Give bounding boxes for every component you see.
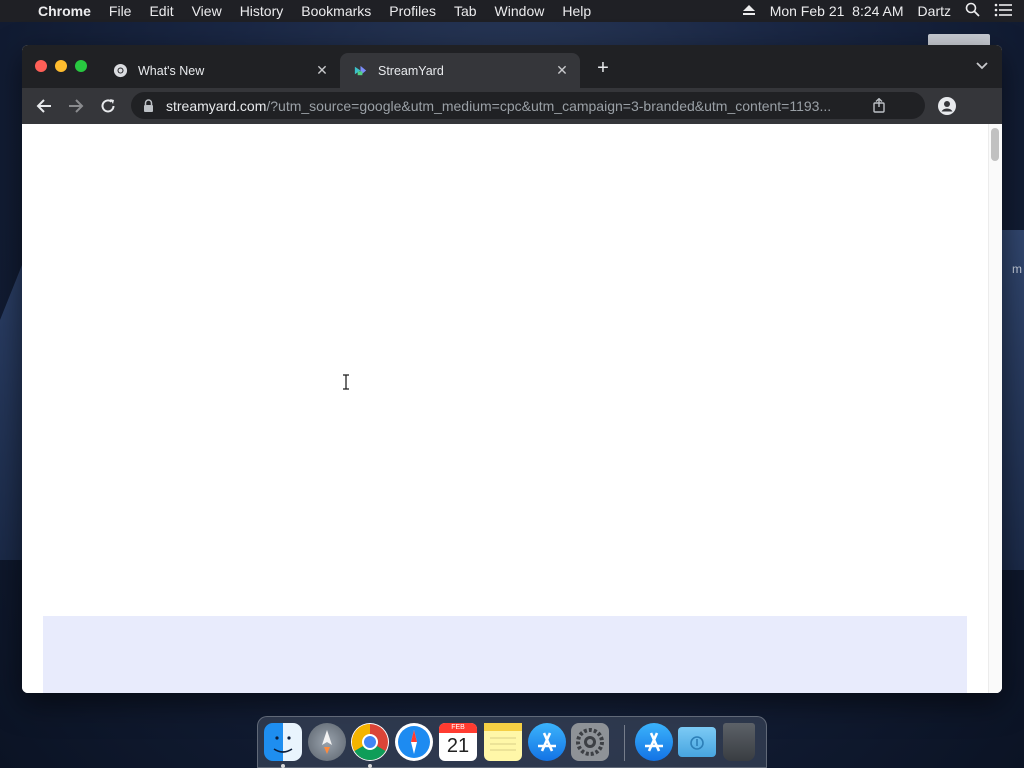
finder-icon[interactable] bbox=[264, 723, 302, 761]
browser-toolbar: streamyard.com/?utm_source=google&utm_me… bbox=[22, 88, 1002, 124]
desktop-label: m bbox=[1012, 262, 1022, 276]
vertical-scrollbar[interactable] bbox=[988, 124, 1002, 693]
menu-tab[interactable]: Tab bbox=[454, 3, 477, 19]
menu-bar: Chrome File Edit View History Bookmarks … bbox=[0, 0, 1024, 22]
close-tab-icon[interactable]: ✕ bbox=[554, 62, 570, 79]
app-store-icon[interactable] bbox=[635, 723, 673, 761]
tab-strip: What's New ✕ StreamYard ✕ + bbox=[22, 45, 1002, 88]
minimize-window-button[interactable] bbox=[55, 60, 67, 72]
profile-avatar-icon[interactable] bbox=[936, 95, 958, 117]
menu-datetime[interactable]: Mon Feb 21 8:24 AM bbox=[770, 3, 904, 19]
trash-icon[interactable] bbox=[723, 723, 755, 761]
maximize-window-button[interactable] bbox=[75, 60, 87, 72]
new-tab-button[interactable]: + bbox=[592, 57, 614, 80]
reload-button[interactable] bbox=[98, 96, 118, 116]
spotlight-search-icon[interactable] bbox=[965, 2, 980, 20]
url-path: /?utm_source=google&utm_medium=cpc&utm_c… bbox=[266, 97, 832, 114]
running-indicator bbox=[281, 764, 285, 768]
address-bar[interactable]: streamyard.com/?utm_source=google&utm_me… bbox=[131, 92, 925, 119]
chrome-favicon-icon bbox=[112, 63, 128, 79]
tab-search-chevron-icon[interactable] bbox=[976, 59, 988, 73]
downloads-folder-icon[interactable] bbox=[678, 727, 716, 757]
menu-bookmarks[interactable]: Bookmarks bbox=[301, 3, 371, 19]
calendar-icon[interactable]: FEB 21 bbox=[439, 723, 477, 761]
system-preferences-icon[interactable] bbox=[571, 723, 609, 761]
close-window-button[interactable] bbox=[35, 60, 47, 72]
url-host: streamyard.com bbox=[166, 97, 267, 114]
calendar-day: 21 bbox=[446, 735, 470, 757]
menu-file[interactable]: File bbox=[109, 3, 132, 19]
menu-view[interactable]: View bbox=[192, 3, 222, 19]
dock: FEB 21 bbox=[257, 716, 767, 768]
menu-user[interactable]: Dartz bbox=[918, 3, 951, 19]
menu-window[interactable]: Window bbox=[495, 3, 545, 19]
tab-title: What's New bbox=[138, 63, 205, 78]
menu-edit[interactable]: Edit bbox=[149, 3, 173, 19]
eject-icon[interactable] bbox=[742, 3, 756, 19]
app-store-icon[interactable] bbox=[528, 723, 566, 761]
chrome-icon[interactable] bbox=[351, 723, 389, 761]
forward-button[interactable] bbox=[66, 96, 86, 116]
tab-whats-new[interactable]: What's New ✕ bbox=[100, 53, 340, 88]
tab-streamyard[interactable]: StreamYard ✕ bbox=[340, 53, 580, 88]
dock-separator bbox=[624, 725, 625, 761]
browser-window: What's New ✕ StreamYard ✕ + streamyard.c… bbox=[22, 45, 1002, 693]
safari-icon[interactable] bbox=[395, 723, 433, 761]
menu-history[interactable]: History bbox=[240, 3, 284, 19]
lock-icon[interactable] bbox=[143, 99, 157, 112]
streamyard-favicon-icon bbox=[352, 63, 368, 79]
running-indicator bbox=[368, 764, 372, 768]
menu-app-name[interactable]: Chrome bbox=[38, 3, 91, 19]
menu-profiles[interactable]: Profiles bbox=[389, 3, 436, 19]
tab-title: StreamYard bbox=[378, 63, 444, 78]
menu-help[interactable]: Help bbox=[562, 3, 591, 19]
close-tab-icon[interactable]: ✕ bbox=[314, 62, 330, 79]
page-banner bbox=[43, 616, 967, 693]
notes-icon[interactable] bbox=[484, 723, 522, 761]
control-center-icon[interactable] bbox=[994, 3, 1012, 20]
text-cursor-icon bbox=[342, 374, 350, 390]
calendar-month: FEB bbox=[439, 723, 477, 733]
scrollbar-thumb[interactable] bbox=[991, 128, 999, 161]
share-icon[interactable] bbox=[873, 97, 885, 116]
back-button[interactable] bbox=[34, 96, 54, 116]
launchpad-icon[interactable] bbox=[308, 723, 346, 761]
page-content bbox=[22, 124, 1002, 693]
